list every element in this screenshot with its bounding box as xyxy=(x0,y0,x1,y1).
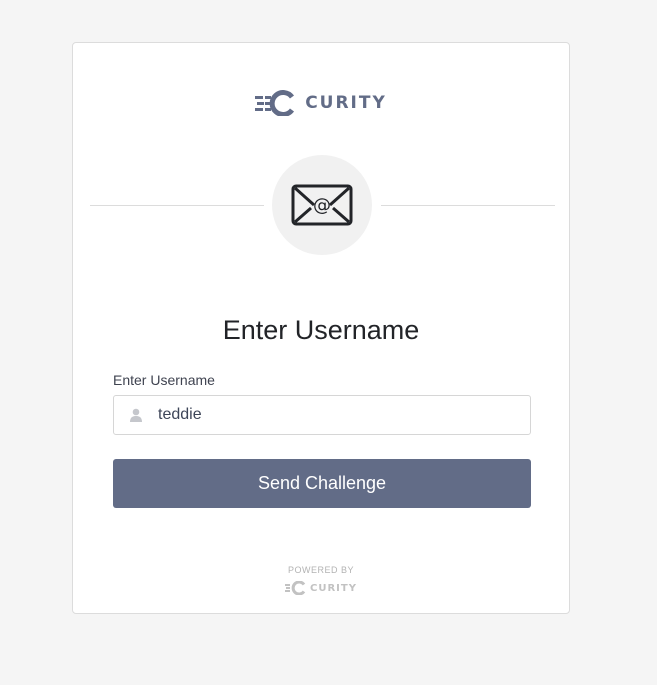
page-title: Enter Username xyxy=(222,315,420,345)
powered-by-label: POWERED BY xyxy=(287,565,354,575)
login-card: CURITY @ Enter Username Enter Username S… xyxy=(72,42,570,614)
curity-logo: CURITY xyxy=(73,89,569,117)
username-field[interactable] xyxy=(113,395,531,435)
divider-right xyxy=(381,205,555,206)
footer-curity-logo: CURITY xyxy=(73,581,569,595)
username-label: Enter Username xyxy=(113,372,215,388)
curity-logo-mark-icon xyxy=(255,90,295,116)
curity-logo-text: CURITY xyxy=(305,93,387,113)
email-at-icon: @ xyxy=(291,184,353,226)
svg-text:@: @ xyxy=(313,195,331,216)
divider-left xyxy=(90,205,264,206)
curity-footer-mark-icon xyxy=(285,581,306,595)
username-input[interactable] xyxy=(158,396,530,434)
footer-brand-text: CURITY xyxy=(310,582,357,594)
authenticator-icon-circle: @ xyxy=(272,155,372,255)
user-icon xyxy=(114,408,158,422)
send-challenge-button[interactable]: Send Challenge xyxy=(113,459,531,508)
